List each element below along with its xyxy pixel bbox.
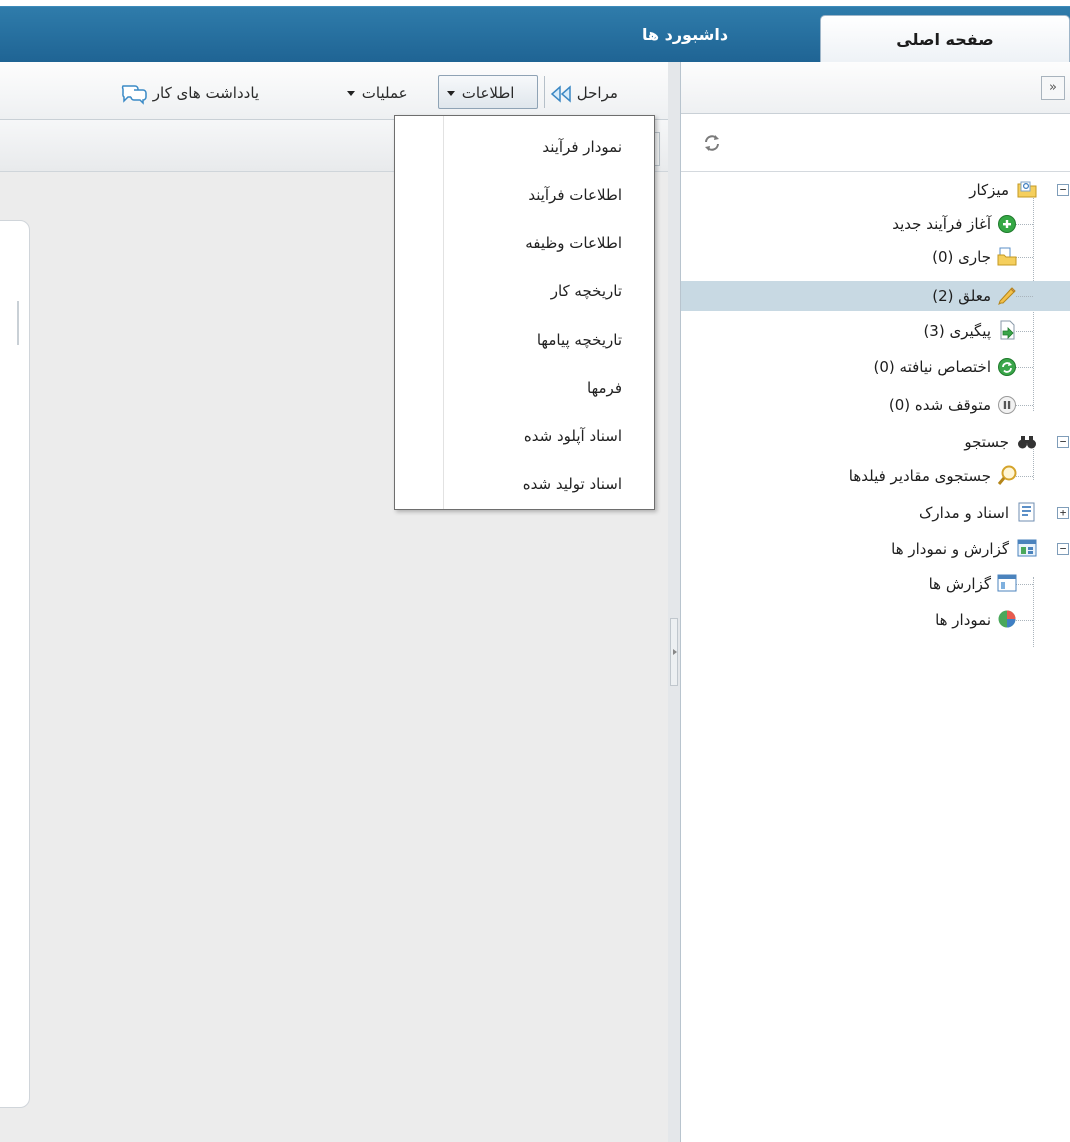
tree-node-start-new-process[interactable]: آغاز فرآیند جدید	[681, 209, 1070, 239]
tree-node-reports[interactable]: گزارش ها	[681, 569, 1070, 599]
tree-node-pending[interactable]: معلق (2)	[681, 281, 1070, 311]
tree-node-label: جستجوی مقادیر فیلدها	[848, 467, 991, 485]
steps-button[interactable]: مراحل	[550, 80, 618, 106]
menu-item-forms[interactable]: فرمها	[587, 373, 622, 403]
top-header: صفحه اصلی داشبورد ها	[0, 0, 1070, 62]
collapse-toggle-icon[interactable]: −	[1057, 184, 1069, 196]
binoculars-icon	[1018, 436, 1036, 449]
work-notes-label: یادداشت های کار	[152, 84, 260, 102]
tree-node-label: گزارش و نمودار ها	[891, 540, 1009, 558]
tree-branch-line	[1016, 620, 1033, 621]
menu-item-generated-documents[interactable]: اسناد تولید شده	[523, 469, 622, 499]
navigation-subbar	[681, 114, 1070, 172]
content-card	[0, 220, 30, 1108]
tree-node-label: پیگیری (3)	[923, 322, 991, 340]
expand-toggle-icon[interactable]: +	[1057, 507, 1069, 519]
tree-branch-line	[1016, 405, 1033, 406]
tree-node-workspace[interactable]: − میزکار	[681, 175, 1070, 205]
tab-dashboards[interactable]: داشبورد ها	[560, 18, 810, 50]
tree-node-label: آغاز فرآیند جدید	[892, 215, 991, 233]
collapse-toggle-icon[interactable]: −	[1057, 436, 1069, 448]
tree-node-label: اسناد و مدارک	[918, 504, 1009, 522]
tree-branch-line	[1016, 367, 1033, 368]
tree-node-search[interactable]: − جستجو	[681, 427, 1070, 457]
tree-node-label: نمودار ها	[935, 611, 991, 629]
tree-node-label: گزارش ها	[928, 575, 991, 593]
tree-node-stopped[interactable]: متوقف شده (0)	[681, 390, 1070, 420]
steps-label: مراحل	[576, 84, 618, 102]
tree-node-label: جستجو	[964, 433, 1009, 451]
menu-gutter	[443, 116, 444, 509]
menu-item-process-info[interactable]: اطلاعات فرآیند	[528, 180, 622, 210]
tree-node-follow-up[interactable]: پیگیری (3)	[681, 316, 1070, 346]
refresh-icon[interactable]	[701, 132, 723, 154]
tree-node-documents[interactable]: + اسناد و مدارک	[681, 498, 1070, 528]
panel-splitter[interactable]	[668, 62, 680, 1142]
info-menu-label-wrap[interactable]: اطلاعات	[445, 80, 514, 106]
info-dropdown-menu: نمودار فرآیند اطلاعات فرآیند اطلاعات وظی…	[394, 115, 655, 510]
tree-node-unassigned[interactable]: اختصاص نیافته (0)	[681, 352, 1070, 382]
tree-node-charts[interactable]: نمودار ها	[681, 605, 1070, 635]
collapse-panel-button[interactable]: »	[1041, 76, 1065, 100]
expand-arrow-icon	[673, 649, 677, 655]
menu-item-task-info[interactable]: اطلاعات وظیفه	[525, 228, 622, 258]
tree-branch-line	[1016, 296, 1033, 297]
tree-node-label: اختصاص نیافته (0)	[873, 358, 991, 376]
operations-label: عملیات	[361, 84, 408, 102]
menu-item-uploaded-documents[interactable]: اسناد آپلود شده	[524, 421, 622, 451]
content-card-edge	[3, 301, 19, 345]
document-folder-icon	[997, 247, 1017, 266]
pause-icon	[998, 396, 1016, 414]
toolbar-separator	[544, 76, 545, 108]
dropdown-arrow-icon	[347, 91, 355, 96]
tab-home[interactable]: صفحه اصلی	[820, 15, 1070, 62]
navigation-panel: » − میزکار آغاز فرآیند جدید جاری (0) معل…	[680, 62, 1070, 1142]
tree-node-label: جاری (0)	[932, 248, 991, 266]
menu-item-message-history[interactable]: تاریخچه پیامها	[537, 325, 622, 355]
folder-icon	[1017, 181, 1037, 198]
document-list-icon	[1018, 502, 1035, 522]
tree-node-reports-charts[interactable]: − گزارش و نمودار ها	[681, 534, 1070, 564]
report-icon	[1017, 539, 1037, 557]
tree-branch-line	[1016, 584, 1033, 585]
navigation-toolbar: »	[681, 62, 1070, 114]
menu-item-process-diagram[interactable]: نمودار فرآیند	[542, 132, 622, 162]
forward-document-icon	[1000, 320, 1015, 340]
report-table-icon	[997, 574, 1017, 592]
add-circle-icon	[998, 215, 1016, 233]
menu-item-work-history[interactable]: تاریخچه کار	[551, 276, 622, 306]
operations-menu-button[interactable]: عملیات	[345, 80, 408, 106]
tree-node-label: متوقف شده (0)	[888, 396, 991, 414]
tree-node-label: معلق (2)	[932, 287, 991, 305]
splitter-handle[interactable]	[670, 618, 678, 686]
tree-node-field-search[interactable]: جستجوی مقادیر فیلدها	[681, 461, 1070, 491]
tree-branch-line	[1016, 331, 1033, 332]
info-label: اطلاعات	[461, 84, 515, 102]
refresh-green-icon	[998, 358, 1016, 376]
pie-chart-icon	[998, 610, 1016, 628]
work-notes-button[interactable]: یادداشت های کار	[120, 80, 259, 106]
tree-branch-line	[1016, 224, 1033, 225]
collapse-toggle-icon[interactable]: −	[1057, 543, 1069, 555]
rewind-icon	[550, 84, 571, 103]
tree-node-label: میزکار	[969, 181, 1009, 199]
tree-branch-line	[1016, 257, 1033, 258]
speech-bubbles-icon	[121, 84, 147, 105]
case-toolbar: مراحل اطلاعات عملیات یادداشت های کار	[0, 62, 668, 120]
magnifier-icon	[997, 465, 1017, 485]
pencil-icon	[998, 287, 1016, 305]
dropdown-arrow-icon	[447, 91, 455, 96]
tree-node-current[interactable]: جاری (0)	[681, 242, 1070, 272]
